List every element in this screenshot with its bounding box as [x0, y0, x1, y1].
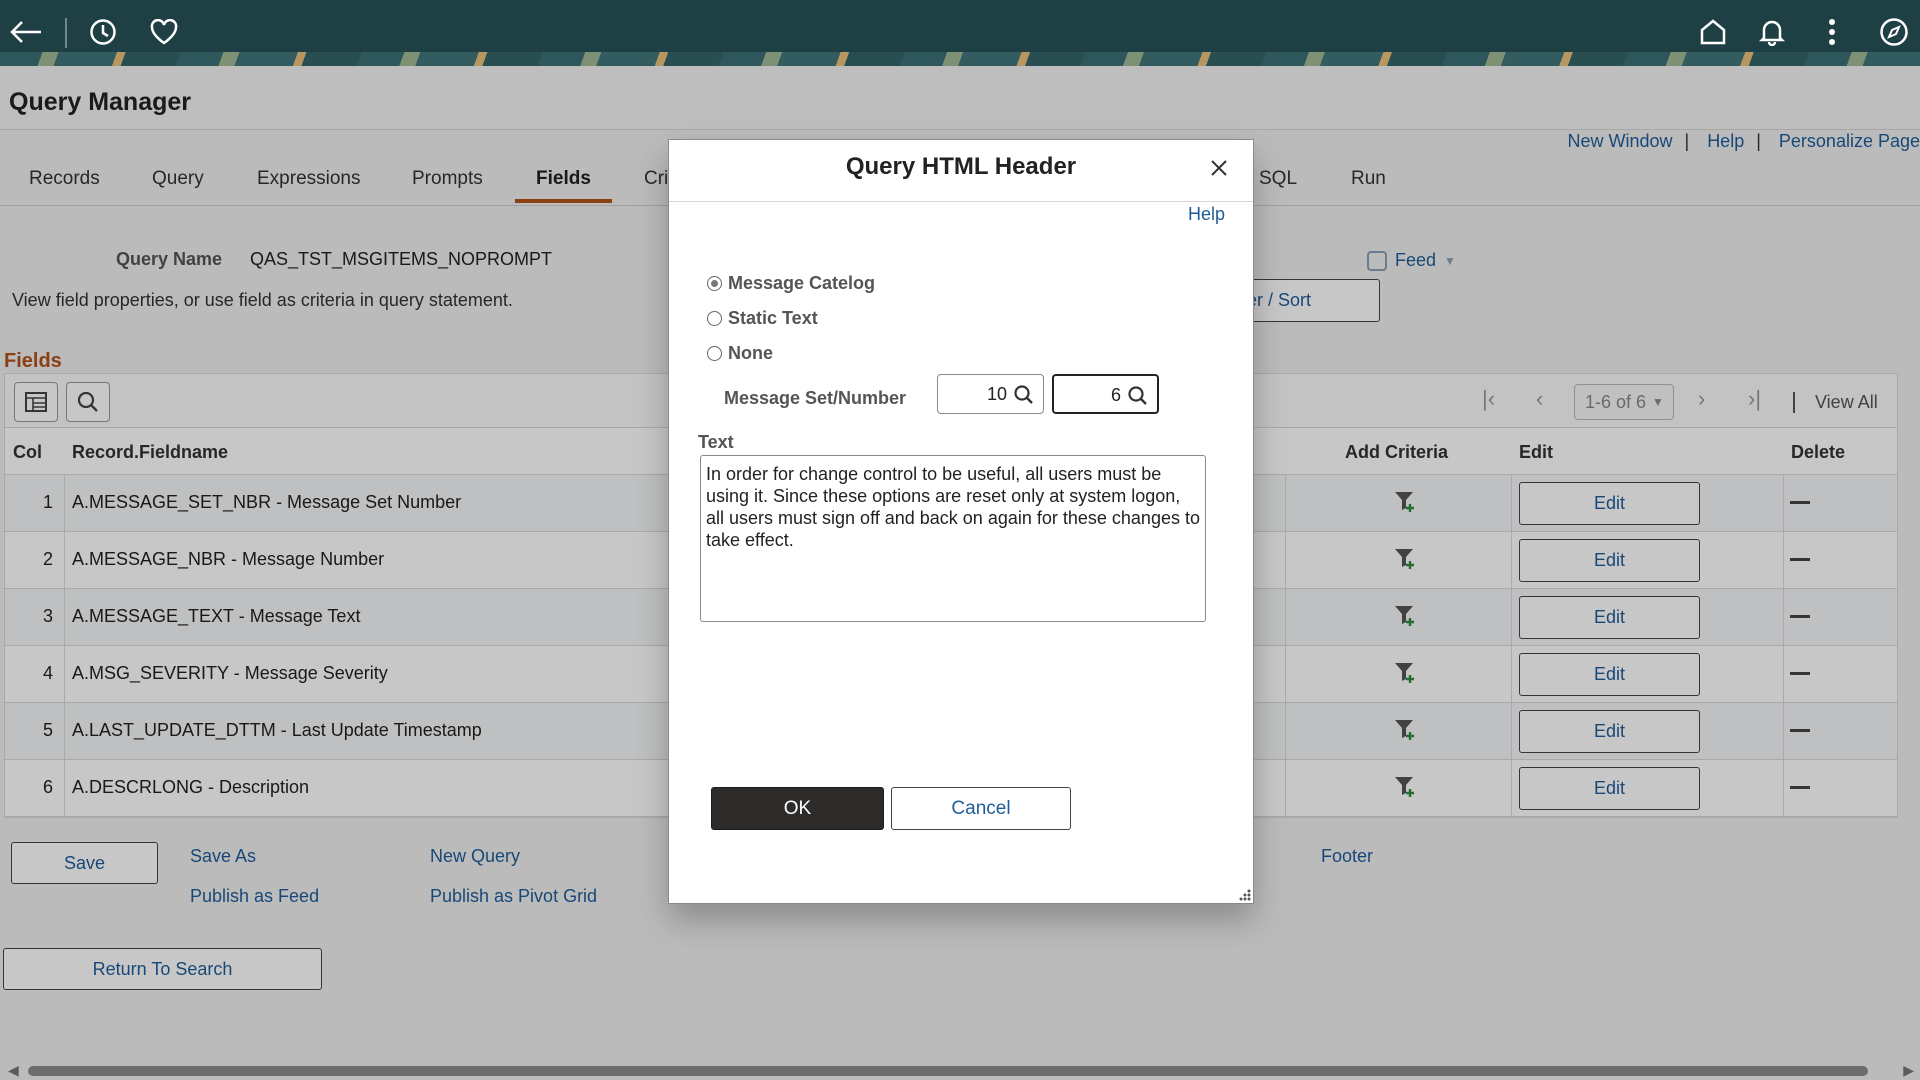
resize-grip-icon[interactable]	[1237, 887, 1251, 901]
dialog-title: Query HTML Header	[845, 153, 1077, 180]
dialog-header: Query HTML Header	[669, 140, 1253, 202]
radio-button-selected[interactable]	[707, 276, 722, 291]
radio-button[interactable]	[707, 311, 722, 326]
message-set-value: 10	[986, 384, 1007, 404]
search-icon[interactable]	[1127, 385, 1149, 407]
notifications-bell-icon[interactable]	[1752, 12, 1792, 52]
radio-label: Static Text	[728, 308, 818, 328]
dialog-help-link[interactable]: Help	[1188, 204, 1225, 225]
message-set-input[interactable]: 10	[937, 374, 1044, 414]
favorites-heart-icon[interactable]	[144, 12, 184, 52]
ok-button[interactable]: OK	[711, 787, 884, 830]
query-html-header-dialog: Query HTML Header Help Message Catelog S…	[668, 139, 1254, 904]
nav-separator	[65, 18, 67, 48]
nav-decoration	[0, 52, 1920, 66]
radio-label: Message Catelog	[728, 273, 876, 293]
radio-none[interactable]: None	[707, 343, 773, 364]
header-text-area[interactable]: In order for change control to be useful…	[700, 455, 1206, 622]
radio-button[interactable]	[707, 346, 722, 361]
search-icon[interactable]	[1013, 384, 1035, 406]
home-icon[interactable]	[1693, 12, 1733, 52]
history-icon[interactable]	[83, 12, 123, 52]
message-number-value: 6	[1110, 385, 1121, 405]
radio-message-catalog[interactable]: Message Catelog	[707, 273, 875, 294]
radio-static-text[interactable]: Static Text	[707, 308, 818, 329]
navigator-compass-icon[interactable]	[1874, 12, 1914, 52]
more-vertical-icon[interactable]	[1812, 12, 1852, 52]
cancel-button[interactable]: Cancel	[891, 787, 1071, 830]
radio-label: None	[728, 343, 773, 363]
message-number-input[interactable]: 6	[1052, 374, 1159, 414]
back-arrow-icon[interactable]	[6, 12, 46, 52]
text-label: Text	[698, 432, 734, 452]
message-set-number-label: Message Set/Number	[724, 388, 907, 408]
top-nav-bar	[0, 0, 1920, 66]
close-icon[interactable]	[1205, 154, 1233, 182]
